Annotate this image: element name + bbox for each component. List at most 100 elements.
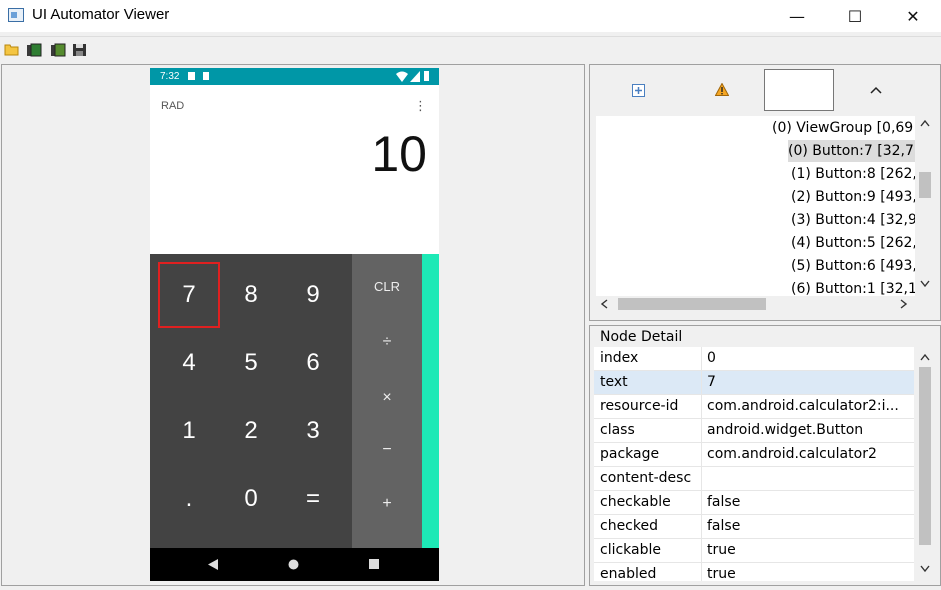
table-row[interactable]: checkable false [594,491,914,515]
key-0[interactable]: 0 [220,466,282,532]
table-row[interactable]: content-desc [594,467,914,491]
calculator-display: RAD ⋮ 10 [150,85,439,254]
tree-horizontal-thumb[interactable] [618,298,766,310]
key-decimal[interactable]: . [158,466,220,532]
property-value: 7 [707,374,716,390]
key-clear[interactable]: CLR [352,258,422,314]
window-title: UI Automator Viewer [32,6,170,23]
table-row[interactable]: index 0 [594,347,914,371]
key-equals[interactable]: = [282,466,344,532]
tree-horizontal-scrollbar[interactable] [596,296,915,312]
property-value: true [707,566,736,581]
toggle-naf-button[interactable] [764,69,834,111]
recents-icon[interactable] [369,559,379,569]
display-value: 10 [371,126,427,182]
tree-node-button-1[interactable]: (6) Button:1 [32,1 [791,278,915,296]
advanced-pad-edge[interactable] [422,254,439,548]
property-key: clickable [600,542,662,558]
node-detail-vertical-scrollbar[interactable] [917,347,933,581]
property-value: com.android.calculator2:i... [707,398,899,414]
device-screenshot-compressed-icon[interactable] [50,43,66,57]
sd-card-icon [203,72,209,80]
app-icon [8,8,24,22]
close-button[interactable]: ✕ [884,0,941,32]
scroll-up-icon[interactable] [920,354,930,361]
property-value: false [707,494,741,510]
tree-node-button-5[interactable]: (4) Button:5 [262, [791,232,915,254]
property-key: checked [600,518,658,534]
property-key: checkable [600,494,671,510]
table-row[interactable]: class android.widget.Button [594,419,914,443]
key-divide[interactable]: ÷ [352,314,422,370]
maximize-button[interactable]: ☐ [826,0,884,32]
node-detail-vertical-thumb[interactable] [919,367,931,545]
collapse-up-icon[interactable] [870,86,882,94]
key-subtract[interactable]: − [352,422,422,478]
scroll-left-icon[interactable] [601,299,608,309]
device-screenshot-icon[interactable] [26,43,42,57]
scroll-right-icon[interactable] [900,299,907,309]
warning-icon[interactable] [715,83,729,96]
scroll-up-icon[interactable] [920,120,930,127]
table-row[interactable]: clickable true [594,539,914,563]
tree-node-button-8[interactable]: (1) Button:8 [262, [791,163,915,185]
property-key: content-desc [600,470,692,486]
table-row[interactable]: package com.android.calculator2 [594,443,914,467]
notification-icon [188,72,195,80]
key-add[interactable]: + [352,476,422,532]
key-1[interactable]: 1 [158,398,220,464]
property-value: false [707,518,741,534]
property-value: com.android.calculator2 [707,446,877,462]
tree-node-button-9[interactable]: (2) Button:9 [493, [791,186,915,208]
numpad: 7 8 9 4 5 6 1 2 3 . 0 = [150,254,352,548]
title-bar: UI Automator Viewer — ☐ ✕ [0,0,941,32]
tree-node-button-6[interactable]: (5) Button:6 [493, [791,255,915,277]
minimize-button[interactable]: — [768,0,826,32]
node-detail-title: Node Detail [600,329,683,345]
key-7[interactable]: 7 [158,262,220,328]
toolbar [0,36,941,63]
tree-node-button-7[interactable]: (0) Button:7 [32,7 [788,140,915,162]
property-value: 0 [707,350,716,366]
open-folder-icon[interactable] [4,43,20,57]
hierarchy-tree[interactable]: (0) ViewGroup [0,69 (0) Button:7 [32,7 (… [596,116,915,296]
expand-all-icon[interactable] [632,84,645,97]
property-value: android.widget.Button [707,422,864,438]
table-row[interactable]: resource-id com.android.calculator2:i... [594,395,914,419]
home-icon[interactable] [288,559,299,570]
operator-pad: CLR ÷ × − + [352,254,422,548]
back-icon[interactable] [208,559,218,570]
signal-icon [410,71,420,82]
overflow-menu-icon[interactable]: ⋮ [414,99,427,114]
table-row[interactable]: checked false [594,515,914,539]
property-key: class [600,422,635,438]
property-key: index [600,350,639,366]
node-detail-table: index 0 text 7 resource-id com.android.calc… [594,347,914,581]
nav-bar [150,548,439,581]
tree-vertical-thumb[interactable] [919,172,931,198]
scroll-down-icon[interactable] [920,280,930,287]
table-row[interactable]: enabled true [594,563,914,581]
status-time: 7:32 [160,71,180,82]
key-5[interactable]: 5 [220,330,282,396]
wifi-icon [396,71,408,82]
key-4[interactable]: 4 [158,330,220,396]
save-icon[interactable] [72,43,88,57]
tree-node-viewgroup[interactable]: (0) ViewGroup [0,69 [772,117,913,139]
scroll-down-icon[interactable] [920,565,930,572]
property-key: package [600,446,660,462]
angle-mode-label: RAD [161,100,185,112]
tree-node-button-4[interactable]: (3) Button:4 [32,9 [791,209,915,231]
key-6[interactable]: 6 [282,330,344,396]
device-screenshot[interactable]: 7:32 RAD ⋮ 10 7 8 9 4 5 6 1 2 3 . 0 = CL… [150,68,439,581]
key-9[interactable]: 9 [282,262,344,328]
tree-vertical-scrollbar[interactable] [917,116,933,296]
battery-icon [424,71,429,81]
key-3[interactable]: 3 [282,398,344,464]
table-row[interactable]: text 7 [594,371,914,395]
status-bar: 7:32 [150,68,439,85]
key-multiply[interactable]: × [352,370,422,426]
key-2[interactable]: 2 [220,398,282,464]
key-8[interactable]: 8 [220,262,282,328]
property-key: enabled [600,566,657,581]
